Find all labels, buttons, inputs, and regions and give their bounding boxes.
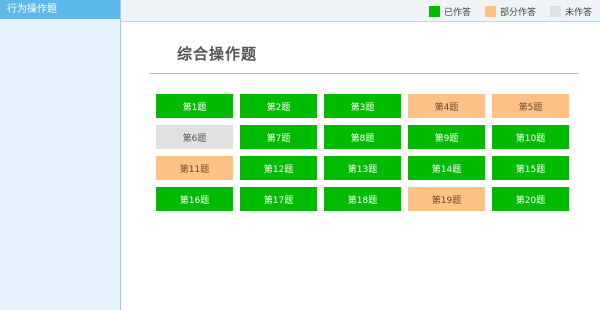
question-button-18[interactable]: 第18题 [324, 187, 401, 211]
legend-item-answered: 已作答 [428, 5, 471, 18]
question-button-20[interactable]: 第20题 [492, 187, 569, 211]
question-button-13[interactable]: 第13题 [324, 156, 401, 180]
legend-item-unanswered: 未作答 [549, 5, 592, 18]
question-button-19[interactable]: 第19题 [408, 187, 485, 211]
legend-label-answered: 已作答 [443, 7, 471, 18]
question-button-14[interactable]: 第14题 [408, 156, 485, 180]
question-button-8[interactable]: 第8题 [324, 125, 401, 149]
question-button-6[interactable]: 第6题 [156, 125, 233, 149]
question-button-17[interactable]: 第17题 [240, 187, 317, 211]
question-button-9[interactable]: 第9题 [408, 125, 485, 149]
question-button-5[interactable]: 第5题 [492, 94, 569, 118]
question-grid: 第1题 第2题 第3题 第4题 第5题 第6题 第7题 第8题 第9题 第10题 第11题 第12题第… [156, 94, 570, 211]
sidebar-header[interactable]: 行为操作题 [0, 0, 120, 19]
app-window: 行为操作题 已作答 部分作答 未作答 综合操作题 第1题 第2题 第3题 第4题 第5题… [0, 0, 600, 310]
unanswered-swatch [549, 5, 561, 17]
question-button-7[interactable]: 第7题 [240, 125, 317, 149]
question-button-12[interactable]: 第12题 [240, 156, 317, 180]
legend-item-partial: 部分作答 [484, 5, 536, 18]
question-button-2[interactable]: 第2题 [240, 94, 317, 118]
title-divider [150, 73, 578, 74]
partial-swatch [484, 5, 496, 17]
legend-label-unanswered: 未作答 [564, 7, 592, 18]
question-button-15[interactable]: 第15题 [492, 156, 569, 180]
question-button-16[interactable]: 第16题 [156, 187, 233, 211]
question-button-3[interactable]: 第3题 [324, 94, 401, 118]
question-button-4[interactable]: 第4题 [408, 94, 485, 118]
legend-label-partial: 部分作答 [499, 7, 536, 18]
top-bar: 已作答 部分作答 未作答 [121, 0, 600, 22]
status-legend: 已作答 部分作答 未作答 [415, 0, 592, 22]
question-button-10[interactable]: 第10题 [492, 125, 569, 149]
main-panel: 综合操作题 第1题 第2题 第3题 第4题 第5题第6题 第7题 第8题 第9题 第10题第11… [122, 23, 600, 310]
sidebar: 行为操作题 [0, 0, 121, 310]
question-button-11[interactable]: 第11题 [156, 156, 233, 180]
question-button-1[interactable]: 第1题 [156, 94, 233, 118]
page-title: 综合操作题 [177, 45, 258, 63]
answered-swatch [428, 5, 440, 17]
